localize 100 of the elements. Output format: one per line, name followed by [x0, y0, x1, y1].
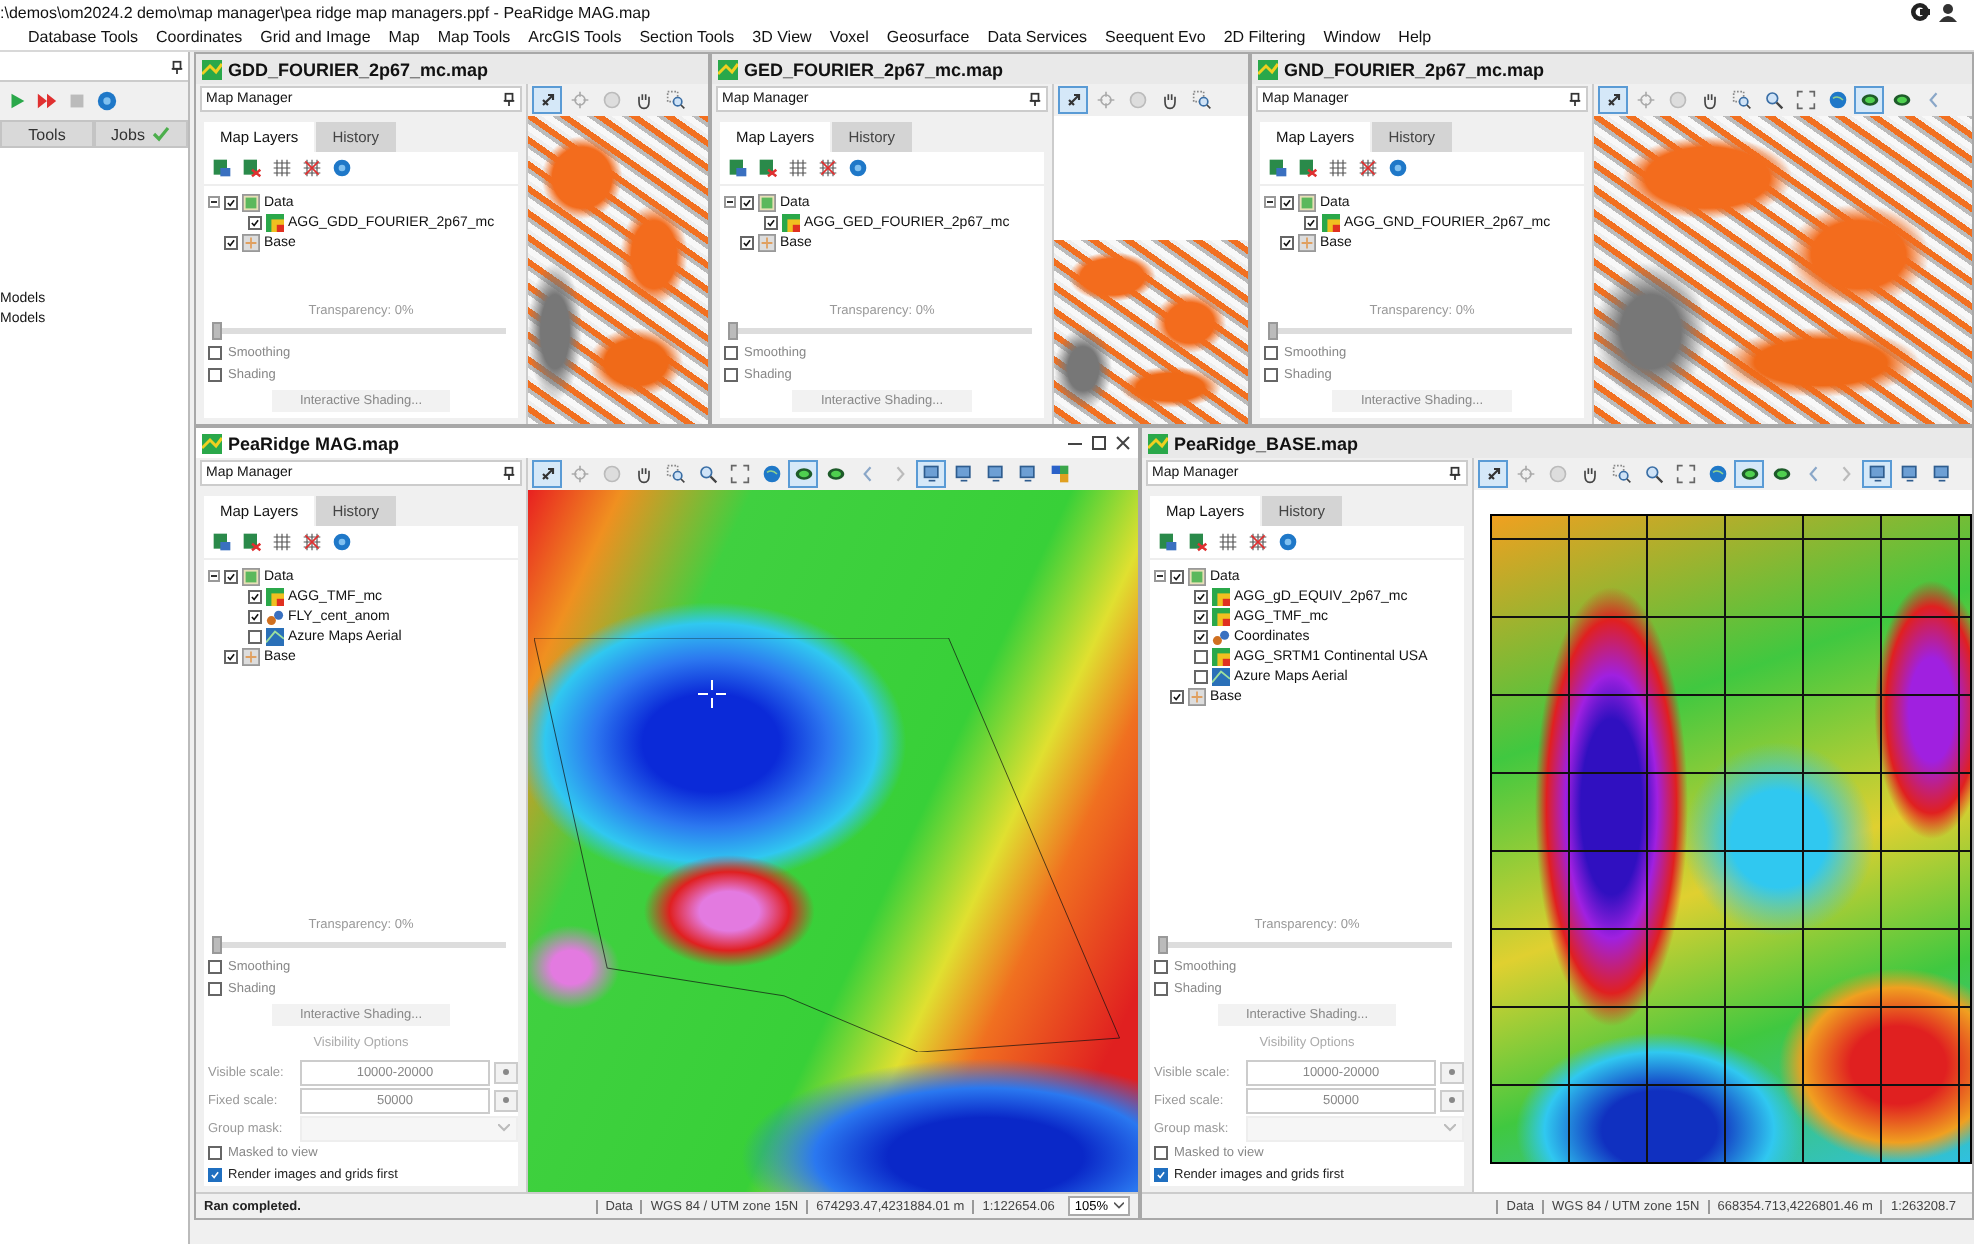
checkbox[interactable]: [248, 609, 262, 623]
dropdown-field[interactable]: [1246, 1115, 1464, 1141]
close-icon[interactable]: [1114, 434, 1132, 452]
pin-icon[interactable]: [502, 92, 516, 106]
scale-button[interactable]: [494, 1089, 518, 1111]
pin-icon[interactable]: [502, 466, 516, 480]
add-layer-button[interactable]: [212, 158, 232, 178]
menu-item[interactable]: 3D View: [752, 28, 812, 46]
add-layer-button[interactable]: [1158, 532, 1178, 552]
grid-button[interactable]: [788, 158, 808, 178]
add-layer-button[interactable]: [1268, 158, 1288, 178]
sidebar-tab[interactable]: Jobs: [94, 120, 188, 148]
map-tool-button[interactable]: [788, 460, 818, 488]
transparency-slider[interactable]: [216, 942, 506, 948]
map-tool-button[interactable]: [532, 460, 562, 488]
menu-item[interactable]: Database Tools: [28, 28, 138, 46]
play-icon[interactable]: [6, 90, 28, 112]
pin-icon[interactable]: [170, 59, 184, 73]
transparency-slider[interactable]: [1162, 942, 1452, 948]
menu-item[interactable]: Data Services: [987, 28, 1088, 46]
menu-item[interactable]: ArcGIS Tools: [528, 28, 622, 46]
pin-icon[interactable]: [1028, 92, 1042, 106]
checkbox[interactable]: [208, 1168, 222, 1182]
collapse-icon[interactable]: [208, 570, 220, 582]
add-layer-button[interactable]: [212, 532, 232, 552]
transparency-slider[interactable]: [216, 328, 506, 334]
menu-item[interactable]: Voxel: [829, 28, 869, 46]
checkbox[interactable]: [1154, 1146, 1168, 1160]
help-button[interactable]: [332, 532, 352, 552]
checkbox[interactable]: [208, 960, 222, 974]
checkbox[interactable]: [1264, 346, 1278, 360]
checkbox[interactable]: [208, 982, 222, 996]
grid-remove-button[interactable]: [302, 158, 322, 178]
checkbox[interactable]: [1154, 960, 1168, 974]
checkbox[interactable]: [248, 589, 262, 603]
map-tool-button[interactable]: [1478, 460, 1508, 488]
slider-thumb[interactable]: [1158, 936, 1168, 954]
grid-button[interactable]: [1218, 532, 1238, 552]
checkbox[interactable]: [1194, 669, 1208, 683]
checkbox[interactable]: [724, 346, 738, 360]
grid-button[interactable]: [272, 532, 292, 552]
remove-layer-button[interactable]: [242, 532, 262, 552]
menu-item[interactable]: Map: [388, 28, 420, 46]
checkbox[interactable]: [224, 195, 238, 209]
checkbox[interactable]: [740, 195, 754, 209]
scale-button[interactable]: [1440, 1089, 1464, 1111]
menu-item[interactable]: Grid and Image: [260, 28, 371, 46]
checkbox[interactable]: [1170, 689, 1184, 703]
menu-item[interactable]: Help: [1398, 28, 1432, 46]
pin-icon[interactable]: [1448, 466, 1462, 480]
slider-thumb[interactable]: [212, 322, 222, 340]
map-tool-button[interactable]: [532, 86, 562, 114]
grid-remove-button[interactable]: [818, 158, 838, 178]
checkbox[interactable]: [724, 368, 738, 382]
map-tool-button[interactable]: [1862, 460, 1892, 488]
map-tool-button[interactable]: [916, 460, 946, 488]
grid-remove-button[interactable]: [302, 532, 322, 552]
checkbox[interactable]: [1280, 195, 1294, 209]
grid-remove-button[interactable]: [1358, 158, 1378, 178]
scale-button[interactable]: [1440, 1061, 1464, 1083]
checkbox[interactable]: [1194, 649, 1208, 663]
menu-item[interactable]: Seequent Evo: [1105, 28, 1206, 46]
map-tool-button[interactable]: [1058, 86, 1088, 114]
checkbox[interactable]: [1170, 569, 1184, 583]
checkbox[interactable]: [208, 346, 222, 360]
checkbox[interactable]: [1280, 235, 1294, 249]
help-icon[interactable]: [96, 90, 118, 112]
checkbox[interactable]: [248, 215, 262, 229]
remove-layer-button[interactable]: [758, 158, 778, 178]
pin-icon[interactable]: [1568, 92, 1582, 106]
checkbox[interactable]: [248, 629, 262, 643]
checkbox[interactable]: [1154, 982, 1168, 996]
scale-button[interactable]: [494, 1061, 518, 1083]
checkbox[interactable]: [224, 235, 238, 249]
checkbox[interactable]: [208, 1146, 222, 1160]
menu-item[interactable]: Section Tools: [639, 28, 735, 46]
slider-thumb[interactable]: [1268, 322, 1278, 340]
collapse-icon[interactable]: [1154, 570, 1166, 582]
menu-item[interactable]: Map Tools: [437, 28, 511, 46]
collapse-icon[interactable]: [724, 196, 736, 208]
maximize-icon[interactable]: [1090, 434, 1108, 452]
slider-thumb[interactable]: [212, 936, 222, 954]
grid-button[interactable]: [272, 158, 292, 178]
transparency-slider[interactable]: [1272, 328, 1572, 334]
checkbox[interactable]: [1154, 1168, 1168, 1182]
help-button[interactable]: [1388, 158, 1408, 178]
checkbox[interactable]: [224, 649, 238, 663]
checkbox[interactable]: [740, 235, 754, 249]
map-tool-button[interactable]: [1734, 460, 1764, 488]
checkbox[interactable]: [1264, 368, 1278, 382]
checkbox[interactable]: [1194, 609, 1208, 623]
remove-layer-button[interactable]: [1188, 532, 1208, 552]
map-tool-button[interactable]: [1598, 86, 1628, 114]
circle-logo-icon[interactable]: [1910, 2, 1930, 22]
grid-button[interactable]: [1328, 158, 1348, 178]
checkbox[interactable]: [1304, 215, 1318, 229]
collapse-icon[interactable]: [208, 196, 220, 208]
map-tool-button[interactable]: [1854, 86, 1884, 114]
remove-layer-button[interactable]: [1298, 158, 1318, 178]
sidebar-tab[interactable]: Tools: [0, 120, 94, 148]
